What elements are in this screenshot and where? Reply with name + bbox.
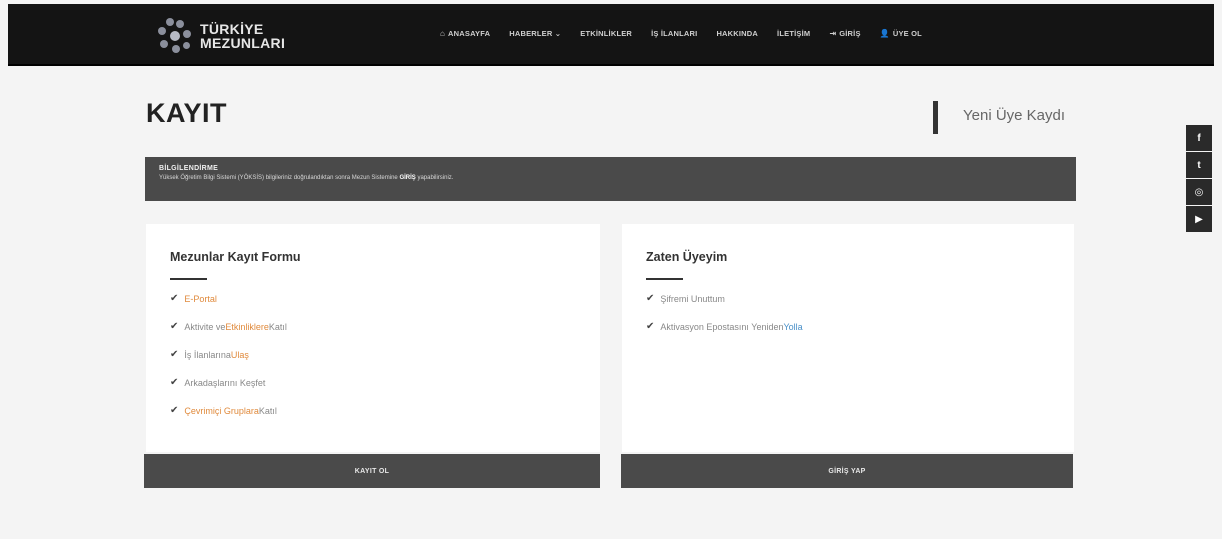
home-icon: ⌂ [440,29,446,38]
title-underline [646,278,683,280]
check-icon: ✔ [646,293,655,304]
list-item: ✔ Aktivite ve Etkinliklere Katıl [170,321,287,333]
instagram-icon[interactable]: ◎ [1186,179,1212,205]
member-card: Zaten Üyeyim ✔ Şifremi Unuttum ✔ Aktivasyo… [622,224,1074,452]
page-title: KAYIT [146,98,228,128]
check-icon: ✔ [170,321,179,332]
nav-item-news[interactable]: HABERLER ⌄ [509,29,561,38]
register-button[interactable]: KAYIT OL [144,454,600,488]
youtube-icon[interactable]: ▶ [1186,206,1212,232]
nav-item-register[interactable]: 👤 ÜYE OL [880,29,922,38]
list-item: ✔ İş İlanlarına Ulaş [170,349,249,361]
member-links-list: ✔ Şifremi Unuttum ✔ Aktivasyon Epostasını … [646,294,1050,350]
social-sidebar: f t ◎ ▶ [1186,125,1212,233]
info-text: Yüksek Öğretim Bilgi Sistemi (YÖKSİS) bi… [159,175,454,181]
info-title: BİLGİLENDİRME [159,165,219,172]
brand-line-2: MEZUNLARI [200,35,286,51]
register-benefits-list: ✔ E-Portal ✔ Aktivite ve Etkinliklere Katı… [170,294,576,434]
title-underline [170,278,207,280]
nav-item-home[interactable]: ⌂ ANASAYFA [440,29,490,38]
nav-item-login[interactable]: ⇥ GİRİŞ [829,29,860,38]
twitter-icon[interactable]: t [1186,152,1212,178]
main-nav: ⌂ ANASAYFA HABERLER ⌄ ETKİNLİKLER İŞ İLAN… [440,29,941,38]
nav-item-contact[interactable]: İLETİŞİM [777,29,810,38]
facebook-icon[interactable]: f [1186,125,1212,151]
subtitle-divider [933,101,938,134]
nav-item-about[interactable]: HAKKINDA [716,29,758,38]
register-card: Mezunlar Kayıt Formu ✔ E-Portal ✔ Aktivite… [146,224,600,452]
brand-line-1: TÜRKİYE [200,21,264,37]
check-icon: ✔ [170,377,179,388]
info-login-link[interactable]: GİRİŞ [399,175,415,181]
login-icon: ⇥ [829,29,837,38]
register-card-title: Mezunlar Kayıt Formu [170,250,301,264]
logo-icon [156,18,194,54]
list-item: ✔ Çevrimiçi Gruplara Katıl [170,405,277,417]
resend-activation-link[interactable]: ✔ Aktivasyon Epostasını Yeniden Yolla [646,322,1050,350]
forgot-password-link[interactable]: ✔ Şifremi Unuttum [646,294,1050,322]
login-button[interactable]: GİRİŞ YAP [621,454,1073,488]
check-icon: ✔ [646,321,655,332]
navbar: TÜRKİYE MEZUNLARI ⌂ ANASAYFA HABERLER ⌄ E… [8,4,1214,66]
check-icon: ✔ [170,293,179,304]
check-icon: ✔ [170,405,179,416]
list-item: ✔ Arkadaşlarını Keşfet [170,377,266,389]
check-icon: ✔ [170,349,179,360]
brand-logo[interactable]: TÜRKİYE MEZUNLARI [156,18,285,54]
nav-item-jobs[interactable]: İŞ İLANLARI [651,29,697,38]
user-icon: 👤 [879,29,890,38]
member-card-title: Zaten Üyeyim [646,250,728,264]
info-banner: BİLGİLENDİRME Yüksek Öğretim Bilgi Siste… [145,157,1076,201]
list-item: ✔ E-Portal [170,293,217,305]
page-subtitle: Yeni Üye Kaydı [963,107,1066,124]
nav-item-events[interactable]: ETKİNLİKLER [580,29,632,38]
